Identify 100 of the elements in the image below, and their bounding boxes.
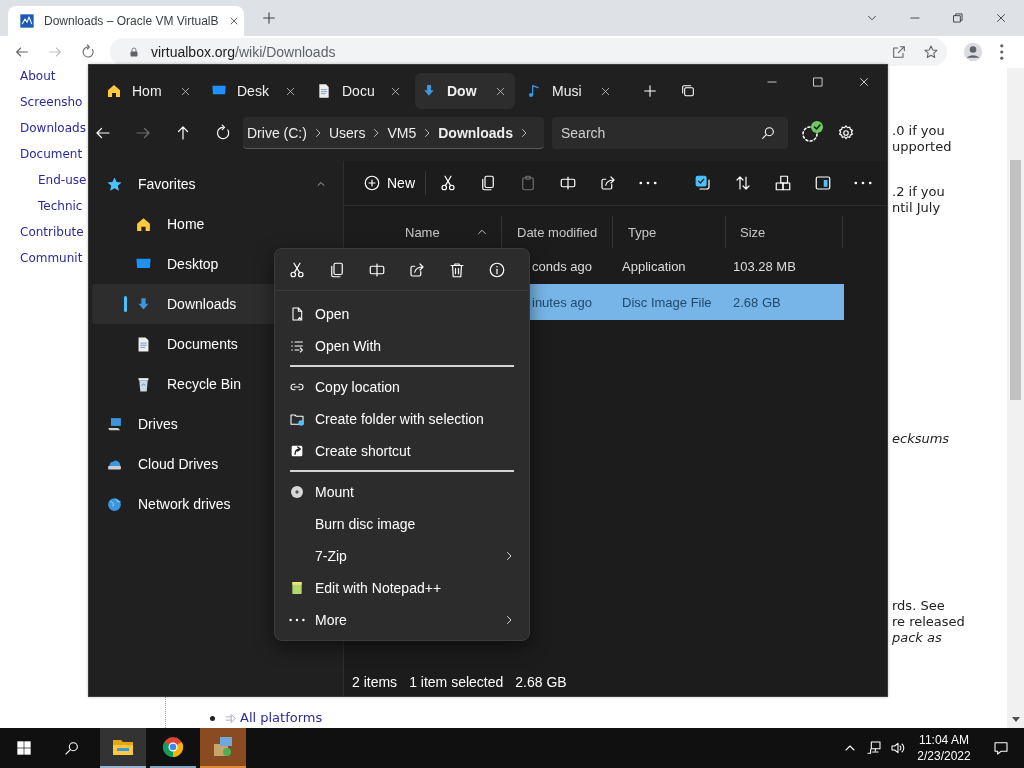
scroll-down-arrow[interactable]	[1011, 717, 1020, 722]
avatar-icon[interactable]	[963, 42, 983, 62]
sort-icon[interactable]	[734, 174, 752, 192]
nav-link[interactable]: End-use	[38, 167, 87, 193]
copy-icon[interactable]	[479, 174, 497, 192]
nav-link[interactable]: Downloads	[20, 115, 86, 141]
sidebar-item[interactable]: Desktop	[92, 244, 340, 284]
new-button[interactable]: New	[355, 167, 423, 199]
menu-item[interactable]: Edit with Notepad++	[275, 572, 529, 604]
house-icon	[106, 83, 122, 99]
text-line: ecksums	[892, 431, 951, 447]
nav-link[interactable]: Communit	[20, 245, 83, 271]
tab[interactable]: Docu	[310, 73, 410, 109]
browser-icon	[161, 735, 185, 759]
start-icon[interactable]	[16, 740, 32, 756]
cut-icon[interactable]	[288, 260, 306, 279]
list-icon	[289, 338, 305, 354]
menu-item[interactable]: Burn disc image	[275, 508, 529, 540]
nav-link[interactable]: Contribute	[20, 219, 84, 245]
clock-date[interactable]: 2/23/2022	[917, 748, 971, 764]
clock-time[interactable]: 11:04 AM	[919, 732, 969, 748]
search-icon[interactable]	[64, 740, 80, 756]
breadcrumb-item[interactable]: Users	[328, 124, 366, 141]
tab[interactable]: Desk	[205, 73, 305, 109]
search-field[interactable]: Search	[552, 117, 788, 149]
text-line: .2 if you	[892, 184, 946, 200]
tab[interactable]: Dow	[415, 73, 515, 109]
table-cell-text: Application	[621, 257, 687, 276]
music-note-icon	[526, 83, 542, 99]
new-tab-icon[interactable]	[642, 83, 658, 99]
rename-icon[interactable]	[559, 174, 577, 192]
scrollbar-thumb[interactable]	[1010, 160, 1021, 400]
menu-item[interactable]: More	[275, 604, 529, 636]
sync-status-icon[interactable]	[800, 120, 824, 144]
copy-icon[interactable]	[328, 260, 346, 279]
new-tab-icon[interactable]	[261, 10, 277, 26]
house-icon	[135, 215, 152, 233]
selection-indicator	[124, 296, 127, 312]
tab-list-icon[interactable]	[680, 83, 696, 99]
text-line: .0 if you	[892, 123, 946, 139]
notification-icon[interactable]	[993, 740, 1009, 756]
menu-item[interactable]: Copy location	[275, 371, 529, 403]
table-cell-text: Disc Image File	[621, 293, 713, 312]
volume-icon[interactable]	[890, 740, 906, 756]
menu-item[interactable]: 7-Zip	[275, 540, 529, 572]
text-line: rds. See	[892, 598, 946, 614]
breadcrumb-item[interactable]: VM5	[387, 124, 417, 141]
nav-link[interactable]: Screensho	[20, 89, 83, 115]
checkbox-icon[interactable]	[694, 174, 712, 192]
share-icon[interactable]	[599, 174, 617, 192]
menu-item[interactable]: Create shortcut	[275, 435, 529, 467]
column-header[interactable]: Size	[726, 216, 843, 248]
bullet-dot	[210, 715, 215, 721]
menu-item[interactable]: Mount	[275, 476, 529, 508]
column-header[interactable]: Type	[613, 216, 726, 248]
menu-icon[interactable]	[1000, 44, 1004, 60]
nav-link[interactable]: About	[20, 68, 56, 89]
settings-icon[interactable]	[837, 124, 855, 142]
nav-link[interactable]: Technic	[38, 193, 83, 219]
sidebar-item[interactable]: Favorites	[92, 164, 340, 204]
info-icon[interactable]	[488, 260, 506, 279]
close-icon[interactable]	[857, 75, 871, 89]
maximize-icon[interactable]	[811, 75, 825, 89]
network-icon[interactable]	[866, 740, 882, 756]
notepad-icon	[289, 580, 305, 596]
delete-icon[interactable]	[448, 260, 466, 279]
address-bar[interactable]: Drive (C:) Users VM5 Downloads	[243, 117, 544, 149]
computer-icon	[106, 415, 123, 433]
table-cell-text: inutes ago	[531, 293, 593, 312]
taskbar-app[interactable]	[100, 728, 146, 768]
cut-icon[interactable]	[439, 174, 457, 192]
site-icon	[19, 13, 35, 29]
browser-tab[interactable]: Downloads – Oracle VM VirtualB	[8, 6, 244, 36]
arrow-icon	[225, 711, 238, 725]
search-icon[interactable]	[760, 125, 776, 141]
star-icon	[106, 175, 123, 193]
nav-link[interactable]: Document	[20, 141, 83, 167]
link[interactable]: All platforms	[240, 708, 323, 728]
breadcrumb-item[interactable]: Downloads	[438, 124, 513, 141]
tab[interactable]: Musi	[520, 73, 620, 109]
layout-icon[interactable]	[774, 174, 792, 192]
restore-icon[interactable]	[951, 11, 965, 25]
breadcrumb-item[interactable]: Drive (C:)	[247, 124, 307, 141]
lock-icon	[128, 46, 140, 58]
menu-item[interactable]: Create folder with selection	[275, 403, 529, 435]
reload-icon[interactable]	[80, 44, 96, 60]
tab[interactable]: Hom	[100, 73, 200, 109]
close-icon[interactable]	[994, 11, 1008, 25]
address-field[interactable]: virtualbox.org/wiki/Downloads	[110, 38, 947, 66]
scrollbar[interactable]	[1007, 68, 1024, 728]
status-text: 2 items	[352, 673, 398, 690]
panel-icon[interactable]	[814, 174, 832, 192]
text-line: upported	[892, 139, 953, 155]
globe-icon	[106, 495, 123, 513]
menu-item[interactable]: Open With	[275, 330, 529, 362]
refresh-icon[interactable]	[214, 124, 232, 142]
folder-icon	[289, 411, 305, 427]
sidebar-item[interactable]: Home	[92, 204, 340, 244]
bookmark-star-icon[interactable]	[923, 44, 939, 60]
status-text: 1 item selected	[409, 673, 504, 690]
